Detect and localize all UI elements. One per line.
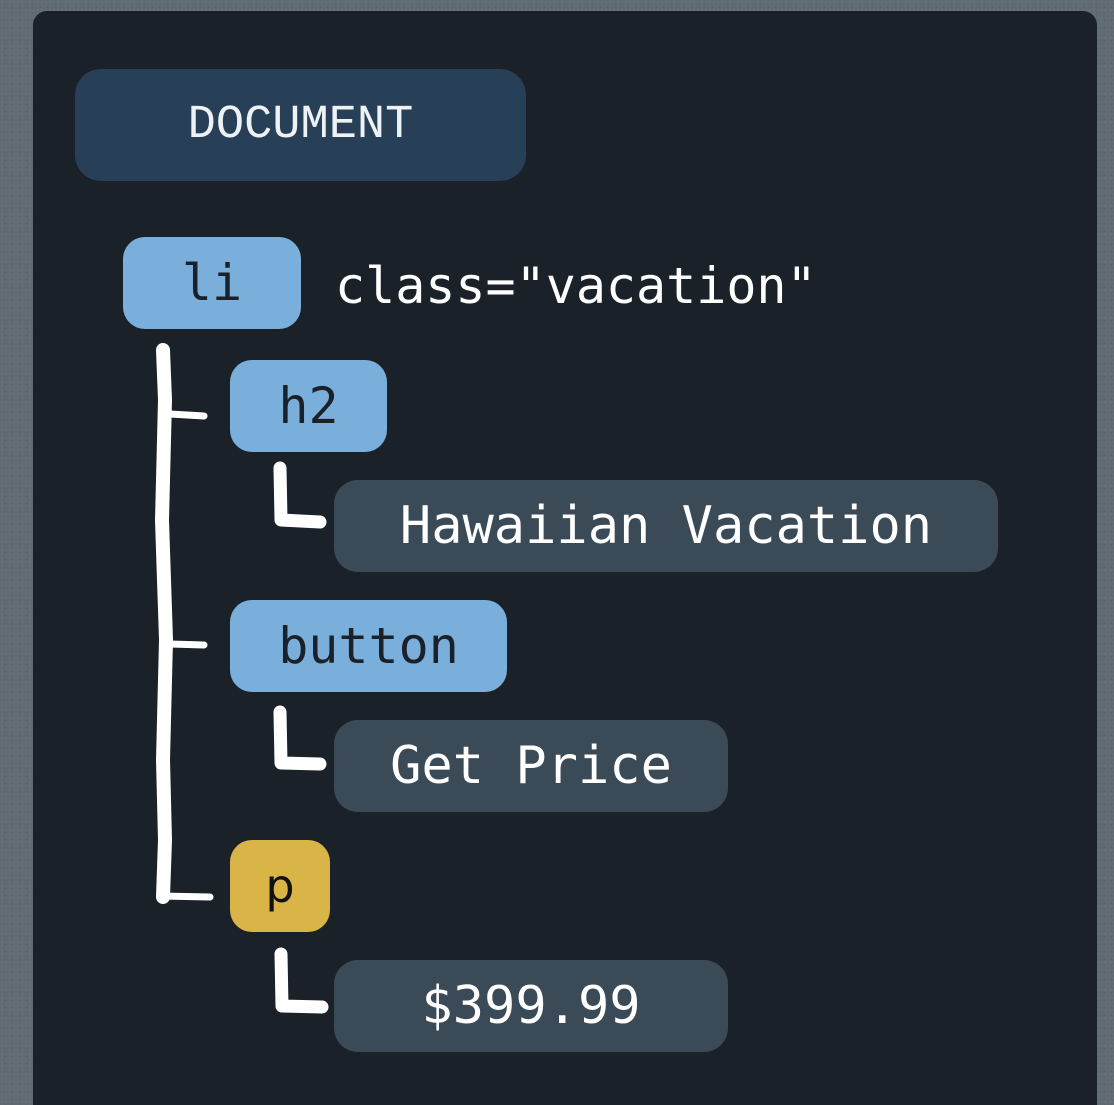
li-tag-label: li	[181, 254, 243, 312]
h2-text-node: Hawaiian Vacation	[334, 480, 998, 572]
button-element-node: button	[230, 600, 507, 692]
p-tag-label: p	[265, 859, 295, 913]
button-text-node: Get Price	[334, 720, 728, 812]
p-element-node: p	[230, 840, 330, 932]
p-text-label: $399.99	[421, 976, 641, 1036]
button-text-label: Get Price	[390, 736, 672, 796]
document-node: DOCUMENT	[75, 69, 526, 181]
h2-element-node: h2	[230, 360, 387, 452]
h2-text-label: Hawaiian Vacation	[399, 496, 933, 556]
h2-tag-label: h2	[278, 377, 339, 435]
p-text-node: $399.99	[334, 960, 728, 1052]
button-tag-label: button	[278, 617, 459, 675]
li-class-attribute: class="vacation"	[335, 257, 817, 315]
document-label: DOCUMENT	[187, 98, 414, 152]
li-element-node: li	[123, 237, 301, 329]
